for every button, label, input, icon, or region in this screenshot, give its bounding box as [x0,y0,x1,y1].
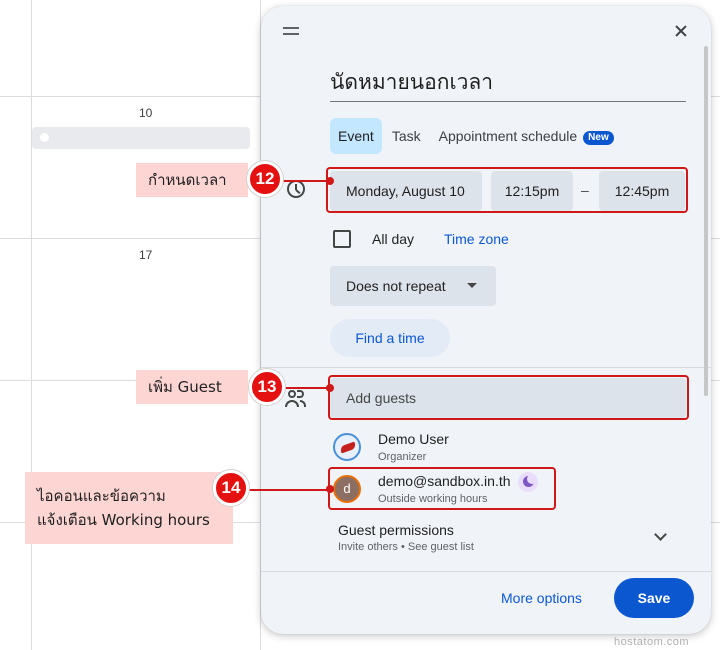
organizer-role: Organizer [378,451,427,463]
dropdown-arrow-icon [467,283,477,288]
drag-handle-icon[interactable] [283,27,299,35]
callout-working-hours: ไอคอนและข้อความ แจ้งเตือน Working hours [25,472,233,544]
organizer-avatar-icon [333,433,361,461]
event-title-input[interactable]: นัดหมายนอกเวลา [330,68,686,102]
tab-event[interactable]: Event [330,118,382,154]
people-icon [285,390,307,408]
guest-permissions-title[interactable]: Guest permissions [338,522,454,538]
callout-line-2: แจ้งเตือน Working hours [37,511,210,529]
close-icon[interactable] [669,19,693,43]
step-badge-13: 13 [249,369,285,405]
tab-task[interactable]: Task [384,118,429,154]
more-options-button[interactable]: More options [501,590,582,606]
new-badge: New [583,131,614,145]
footer-divider [261,571,711,572]
annotation-connector-dot [326,177,334,185]
tab-appointment-schedule[interactable]: Appointment schedule New [431,118,622,154]
step-badge-12: 12 [247,161,283,197]
day-number[interactable]: 10 [139,106,152,120]
annotation-connector-dot [326,384,334,392]
annotation-connector [284,387,330,389]
annotation-connector [248,489,330,491]
highlight-guests [328,375,689,420]
time-zone-link[interactable]: Time zone [444,231,509,247]
tab-appointment-label: Appointment schedule [438,128,578,144]
day-number[interactable]: 17 [139,248,152,262]
event-type-tabs: Event Task Appointment schedule New [330,118,624,154]
chevron-down-icon[interactable] [654,528,667,541]
section-divider [261,367,711,368]
event-dialog: นัดหมายนอกเวลา Event Task Appointment sc… [261,6,711,634]
organizer-name: Demo User [378,431,449,447]
highlight-datetime [326,167,688,213]
save-button[interactable]: Save [614,578,694,618]
clock-icon [287,180,305,198]
watermark: hostatom.com [614,636,690,648]
annotation-connector-dot [326,485,334,493]
annotation-connector [280,180,330,182]
guest-permissions-summary: Invite others • See guest list [338,541,474,553]
calendar-event-chip[interactable] [32,127,250,149]
scrollbar[interactable] [704,46,708,396]
all-day-label: All day [372,231,415,247]
callout-set-time: กำหนดเวลา [136,163,248,197]
calendar-column-divider [31,0,32,650]
callout-add-guest: เพิ่ม Guest [136,370,248,404]
event-dot-icon [40,133,49,142]
find-a-time-button[interactable]: Find a time [330,319,450,357]
all-day-checkbox[interactable] [333,230,351,248]
highlight-working-hours [328,467,556,510]
callout-line-1: ไอคอนและข้อความ [37,487,166,505]
step-badge-14: 14 [213,470,249,506]
